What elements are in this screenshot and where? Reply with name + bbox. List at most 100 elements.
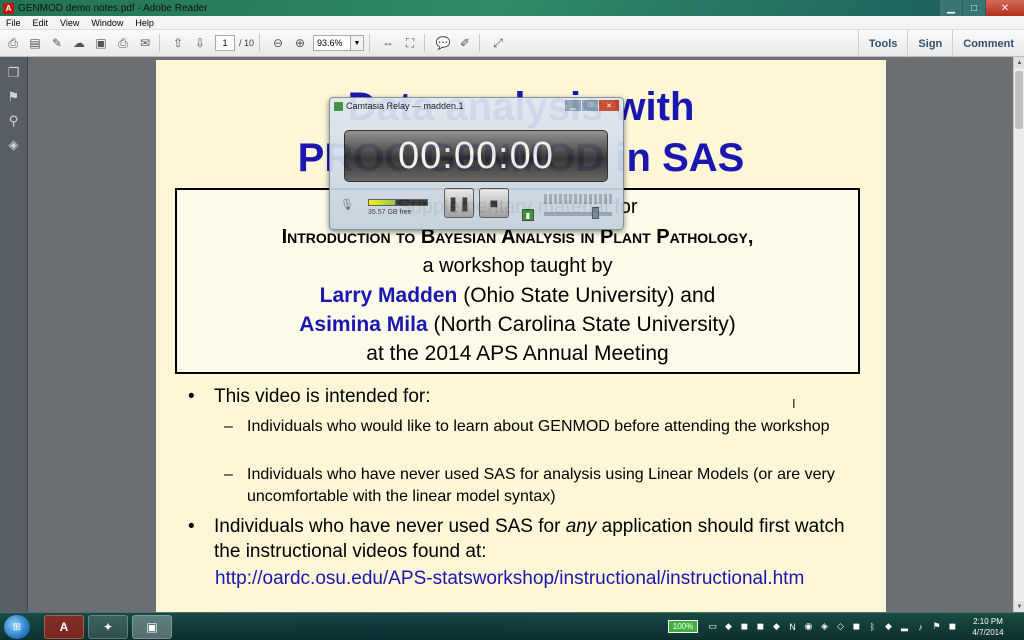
camtasia-title: Camtasia Relay — madden.1 [346, 101, 464, 111]
scroll-up-icon[interactable]: ▲ [1014, 57, 1024, 68]
instructor-affiliation-madden: (Ohio State University) and [457, 284, 716, 307]
box-line-instructor2: Asimina Mila (North Carolina State Unive… [177, 313, 858, 337]
adobe-reader-icon: A [3, 2, 14, 14]
page-total: / 10 [239, 38, 255, 48]
box-line-instructor1: Larry Madden (Ohio State University) and [177, 284, 858, 308]
zoom-dropdown-icon[interactable]: ▼ [351, 35, 365, 51]
tray-app-icon[interactable]: ◉ [802, 620, 815, 633]
fit-width-icon[interactable]: ⇔ [379, 34, 397, 52]
menu-window[interactable]: Window [85, 18, 129, 28]
open-icon[interactable]: ▤ [26, 34, 44, 52]
camtasia-close-button[interactable]: ✕ [599, 100, 619, 111]
tray-adobe-icon[interactable]: ◆ [722, 620, 735, 633]
next-page-icon[interactable]: ⇩ [191, 34, 209, 52]
recording-timer: 00:00:00 [344, 130, 608, 182]
mic-toggle-icon[interactable]: ▮ [522, 209, 534, 221]
system-tray: ▭ ◆ ◼ ◼ ◆ N ◉ ◈ ◇ ◼ ᛒ ◆ ▂ ♪ ⚑ ◼ [706, 620, 962, 633]
tray-app-icon[interactable]: ◆ [882, 620, 895, 633]
menu-view[interactable]: View [54, 18, 85, 28]
menu-edit[interactable]: Edit [27, 18, 55, 28]
tray-app-icon[interactable]: ◇ [834, 620, 847, 633]
window-title: GENMOD demo notes.pdf - Adobe Reader [18, 2, 208, 14]
bullet-dot: • [188, 386, 195, 407]
battery-indicator[interactable]: 100% [668, 620, 698, 633]
zoom-in-icon[interactable]: ⊕ [291, 34, 309, 52]
camtasia-minimize-button[interactable]: ▁ [565, 100, 581, 111]
sub-bullet-text: Individuals who would like to learn abou… [247, 418, 830, 435]
taskbar: ⊞ A ✦ ▣ 100% ▭ ◆ ◼ ◼ ◆ N ◉ ◈ ◇ ◼ ᛒ ◆ ▂ ♪… [0, 612, 1024, 640]
print-icon[interactable]: ⎙ [114, 34, 132, 52]
comment-icon[interactable]: 💬 [434, 34, 452, 52]
camtasia-relay-window[interactable]: Camtasia Relay — madden.1 ▁ □ ✕ 00:00:00… [329, 97, 624, 230]
attachments-icon[interactable]: ⚲ [6, 113, 22, 129]
menu-file[interactable]: File [0, 18, 27, 28]
edit-icon[interactable]: ✎ [48, 34, 66, 52]
system-clock[interactable]: 2:10 PM 4/7/2014 [958, 616, 1018, 638]
zoom-input[interactable]: 93.6% [313, 35, 352, 51]
box-line-taught-by: a workshop taught by [422, 255, 613, 277]
instructor-name-mila: Asimina Mila [299, 313, 428, 336]
toolbar-separator [424, 34, 426, 52]
window-title-bar: A GENMOD demo notes.pdf - Adobe Reader ▁… [0, 0, 1024, 16]
instructional-videos-link[interactable]: http://oardc.osu.edu/APS-statsworkshop/i… [215, 568, 804, 590]
tab-comment[interactable]: Comment [952, 30, 1024, 57]
tab-sign[interactable]: Sign [907, 30, 952, 57]
tray-bluetooth-icon[interactable]: ᛒ [866, 620, 879, 633]
toolbar-separator [479, 34, 481, 52]
taskbar-app[interactable]: ✦ [88, 615, 128, 639]
sub-bullet-text: Individuals who have never used SAS for … [247, 466, 835, 505]
close-button[interactable]: ✕ [986, 0, 1024, 16]
sub-bullet-dash: – [224, 466, 233, 483]
tray-network-icon[interactable]: ▂ [898, 620, 911, 633]
toolbar-separator [369, 34, 371, 52]
bullet-text: This video is intended for: [214, 386, 431, 407]
expand-icon[interactable]: ⤢ [489, 34, 507, 52]
tray-app-icon[interactable]: ◼ [850, 620, 863, 633]
tray-flag-icon[interactable]: ⚑ [930, 620, 943, 633]
start-button[interactable]: ⊞ [4, 615, 30, 639]
tab-tools[interactable]: Tools [857, 30, 908, 57]
scroll-down-icon[interactable]: ▼ [1014, 601, 1024, 612]
previous-page-icon[interactable]: ⇧ [169, 34, 187, 52]
bullet-text-emphasis: any [565, 516, 597, 537]
volume-slider-track[interactable] [544, 212, 612, 216]
create-pdf-icon[interactable]: ⎙ [4, 34, 22, 52]
highlight-icon[interactable]: ✐ [456, 34, 474, 52]
save-icon[interactable]: ▣ [92, 34, 110, 52]
text-cursor-icon: I [792, 396, 796, 411]
vertical-scrollbar[interactable]: ▲ ▼ [1013, 57, 1024, 612]
pages-icon[interactable]: ❐ [6, 65, 22, 81]
instructor-affiliation-mila: (North Carolina State University) [427, 313, 736, 336]
disk-free-label: 35.57 GB free [368, 209, 412, 216]
tray-onenote-icon[interactable]: N [786, 620, 799, 633]
camtasia-window-controls: ▁ □ ✕ [564, 100, 619, 111]
scroll-thumb[interactable] [1015, 71, 1023, 129]
bullet-dot: • [188, 516, 195, 537]
tray-app-icon[interactable]: ◼ [754, 620, 767, 633]
tray-app-icon[interactable]: ◈ [818, 620, 831, 633]
stop-button[interactable]: ■ [479, 188, 509, 218]
page-number-input[interactable]: 1 [215, 35, 235, 51]
email-icon[interactable]: ✉ [136, 34, 154, 52]
cloud-upload-icon[interactable]: ☁ [70, 34, 88, 52]
microphone-icon: 🎙 [340, 199, 354, 211]
tray-app-icon[interactable]: ◼ [738, 620, 751, 633]
minimize-button[interactable]: ▁ [940, 0, 962, 16]
layers-icon[interactable]: ◈ [6, 137, 22, 153]
tray-app-icon[interactable]: ◆ [770, 620, 783, 633]
pause-button[interactable]: ❚❚ [444, 188, 474, 218]
taskbar-camtasia[interactable]: ▣ [132, 615, 172, 639]
maximize-button[interactable]: □ [963, 0, 985, 16]
zoom-out-icon[interactable]: ⊖ [269, 34, 287, 52]
fit-page-icon[interactable]: ⛶ [401, 34, 419, 52]
volume-slider-handle[interactable] [592, 207, 599, 219]
tray-battery-icon[interactable]: ▭ [706, 620, 719, 633]
toolbar-separator [159, 34, 160, 52]
camtasia-maximize-button[interactable]: □ [582, 100, 598, 111]
menu-help[interactable]: Help [129, 18, 160, 28]
right-pane-tabs: Tools Sign Comment [857, 30, 1024, 57]
bookmarks-icon[interactable]: ⚑ [6, 89, 22, 105]
instructor-name-madden: Larry Madden [319, 284, 458, 307]
tray-volume-icon[interactable]: ♪ [914, 620, 927, 633]
taskbar-adobe-reader[interactable]: A [44, 615, 84, 639]
